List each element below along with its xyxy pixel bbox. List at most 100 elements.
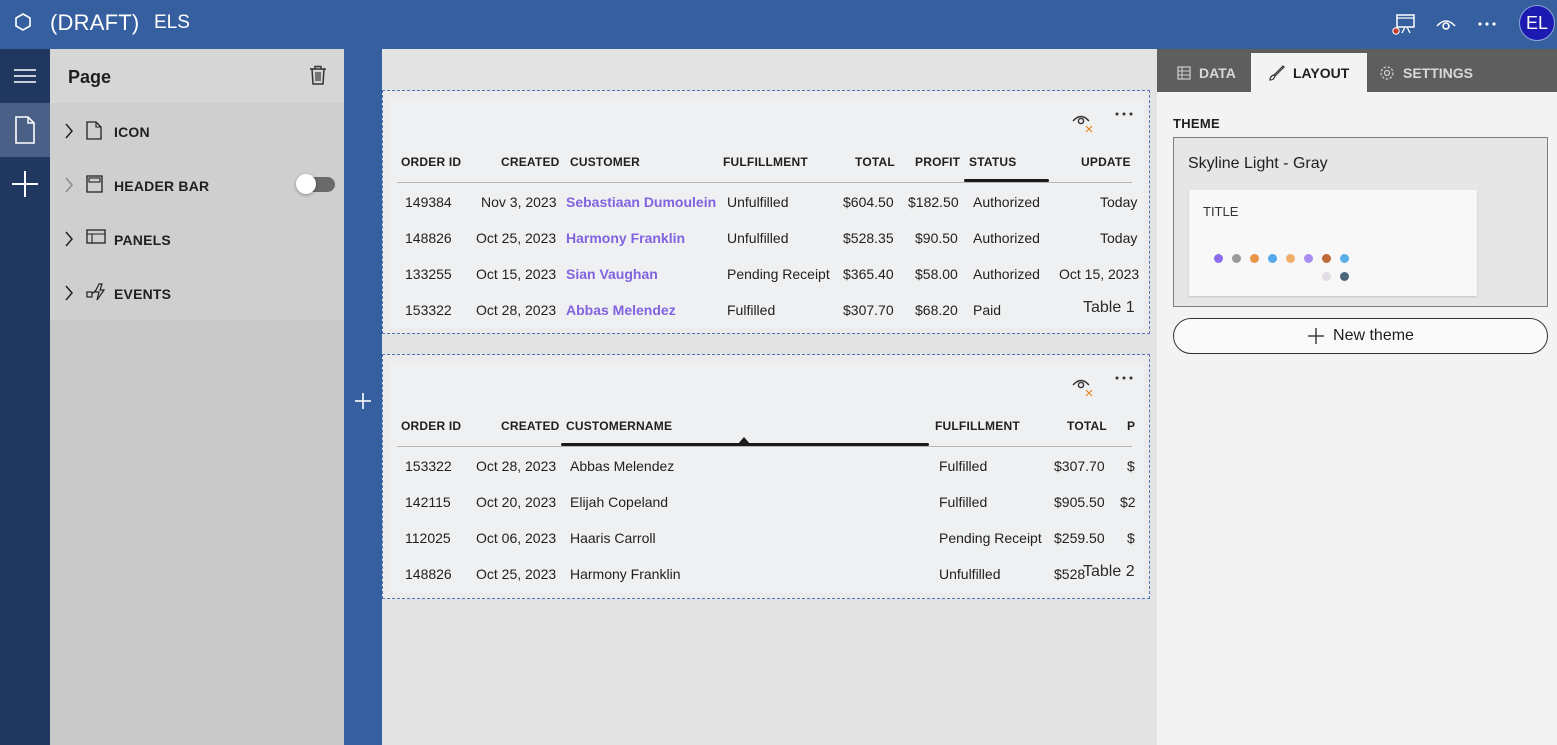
palette-dot: [1340, 272, 1349, 281]
trash-icon[interactable]: [309, 65, 327, 85]
left-rail: [0, 49, 50, 745]
more-options-button[interactable]: [1473, 10, 1501, 38]
chevron-right-icon: [65, 123, 73, 139]
visibility-icon[interactable]: [1071, 111, 1095, 133]
column-header[interactable]: CREATED: [501, 419, 560, 433]
orders-table-1: ORDER ID CREATED CUSTOMER FULFILLMENT TO…: [397, 155, 1139, 327]
chevron-right-icon: [65, 231, 73, 247]
table-row[interactable]: 142115 Oct 20, 2023 Elijah Copeland Fulf…: [397, 483, 1136, 519]
palette-dot: [1268, 254, 1277, 263]
cell-total: $528: [1054, 566, 1086, 582]
preview-button[interactable]: [1432, 10, 1460, 38]
column-header[interactable]: CUSTOMERNAME: [566, 419, 672, 433]
column-header[interactable]: ORDER ID: [401, 419, 461, 433]
cell-status: Authorized: [973, 266, 1040, 282]
table-panel-body: ORDER ID CREATED CUSTOMERNAME FULFILLMEN…: [389, 361, 1144, 593]
column-header[interactable]: FULFILLMENT: [723, 155, 808, 169]
column-header[interactable]: TOTAL: [1067, 419, 1107, 433]
customer-link[interactable]: Sian Vaughan: [566, 266, 658, 282]
page-panel-header: Page: [50, 49, 344, 103]
cell-order-id: 142115: [405, 494, 451, 510]
app-name: ELS: [154, 12, 190, 33]
page-nav-button[interactable]: [0, 103, 50, 157]
tree-item-label: EVENTS: [114, 286, 172, 302]
column-header[interactable]: ORDER ID: [401, 155, 461, 169]
hamburger-icon: [14, 69, 36, 83]
column-header[interactable]: PROFIT: [915, 155, 960, 169]
header-bar-toggle[interactable]: [296, 174, 335, 194]
customer-link[interactable]: Abbas Melendez: [566, 302, 676, 318]
tree-item-events[interactable]: EVENTS: [50, 265, 344, 319]
table-row[interactable]: 153322 Oct 28, 2023 Abbas Melendez Fulfi…: [397, 291, 1132, 327]
table-row[interactable]: 153322 Oct 28, 2023 Abbas Melendez Fulfi…: [397, 447, 1135, 483]
table-panel-1[interactable]: ORDER ID CREATED CUSTOMER FULFILLMENT TO…: [382, 90, 1150, 334]
customer-link[interactable]: Harmony Franklin: [566, 230, 685, 246]
cell-fulfillment: Fulfilled: [939, 458, 988, 474]
palette-dot: [1340, 254, 1349, 263]
table-row[interactable]: 133255 Oct 15, 2023 Sian Vaughan Pending…: [397, 255, 1139, 291]
cell-fulfillment: Unfulfilled: [939, 566, 1001, 582]
events-icon: [86, 283, 106, 301]
cell-order-id: 148826: [405, 230, 452, 246]
tab-settings[interactable]: SETTINGS: [1361, 53, 1491, 92]
tab-data[interactable]: DATA: [1159, 53, 1254, 92]
page-icon: [86, 121, 102, 140]
user-avatar[interactable]: EL: [1519, 5, 1555, 41]
cell-total: $365.40: [843, 266, 894, 282]
tree-item-panels[interactable]: PANELS: [50, 211, 344, 265]
cell-created: Oct 25, 2023: [476, 566, 557, 582]
tree-item-label: ICON: [114, 124, 150, 140]
customer-link[interactable]: Sebastiaan Dumoulein: [566, 194, 716, 210]
add-page-button[interactable]: [0, 157, 50, 211]
tree-item-header-bar[interactable]: HEADER BAR: [50, 157, 344, 211]
cell-total: $905.50: [1054, 494, 1105, 510]
add-panel-icon[interactable]: [353, 391, 373, 411]
page-tree: ICON HEADER BAR PANELS EVENTS: [50, 103, 344, 320]
properties-panel: DATA LAYOUT SETTINGS THEME Skyline Light…: [1157, 49, 1557, 745]
chevron-right-icon: [65, 177, 73, 193]
theme-card[interactable]: Skyline Light - Gray TITLE: [1173, 137, 1548, 307]
cell-order-id: 148826: [405, 566, 452, 582]
table-panel-2[interactable]: ORDER ID CREATED CUSTOMERNAME FULFILLMEN…: [382, 354, 1150, 599]
column-header[interactable]: CUSTOMER: [570, 155, 640, 169]
cell-order-id: 153322: [405, 458, 452, 474]
eye-icon: [1436, 20, 1456, 30]
present-icon: [1392, 14, 1415, 35]
visibility-icon[interactable]: [1071, 375, 1095, 397]
palette-dot: [1250, 254, 1259, 263]
resize-caret-icon: [738, 437, 750, 444]
table-row[interactable]: 149384 Nov 3, 2023 Sebastiaan Dumoulein …: [397, 183, 1137, 219]
cell-total: $307.70: [1054, 458, 1105, 474]
tree-item-icon[interactable]: ICON: [50, 103, 344, 157]
cell-profit: $: [1127, 458, 1135, 474]
more-dots-icon: [1478, 22, 1496, 26]
column-header[interactable]: FULFILLMENT: [935, 419, 1020, 433]
column-header[interactable]: UPDATE: [1081, 155, 1131, 169]
tab-label: SETTINGS: [1403, 64, 1474, 81]
column-header[interactable]: CREATED: [501, 155, 560, 169]
menu-button[interactable]: [0, 49, 50, 103]
more-dots-icon[interactable]: [1114, 109, 1134, 119]
table-row[interactable]: 112025 Oct 06, 2023 Haaris Carroll Pendi…: [397, 519, 1135, 555]
column-header[interactable]: STATUS: [969, 155, 1016, 169]
cell-profit: $90.50: [915, 230, 958, 246]
column-header[interactable]: TOTAL: [855, 155, 895, 169]
page-panel-title: Page: [68, 67, 112, 87]
tab-layout[interactable]: LAYOUT: [1251, 53, 1368, 92]
table-row[interactable]: 148826 Oct 25, 2023 Harmony Franklin Unf…: [397, 555, 1132, 591]
column-resize-indicator[interactable]: [964, 179, 1049, 182]
more-dots-icon[interactable]: [1114, 373, 1134, 383]
cell-customername: Abbas Melendez: [570, 458, 675, 474]
cell-fulfillment: Fulfilled: [727, 302, 776, 318]
hexagon-logo-icon[interactable]: [13, 12, 33, 32]
cell-created: Oct 20, 2023: [476, 494, 557, 510]
present-button[interactable]: [1390, 10, 1418, 38]
column-header[interactable]: P: [1127, 419, 1135, 433]
new-theme-button[interactable]: New theme: [1173, 318, 1548, 354]
table-header: ORDER ID CREATED CUSTOMER FULFILLMENT TO…: [397, 155, 1132, 183]
table-row[interactable]: 148826 Oct 25, 2023 Harmony Franklin Unf…: [397, 219, 1137, 255]
new-theme-label: New theme: [1333, 327, 1414, 344]
cell-total: $259.50: [1054, 530, 1105, 546]
cell-total: $528.35: [843, 230, 894, 246]
grid-icon: [1177, 65, 1191, 80]
